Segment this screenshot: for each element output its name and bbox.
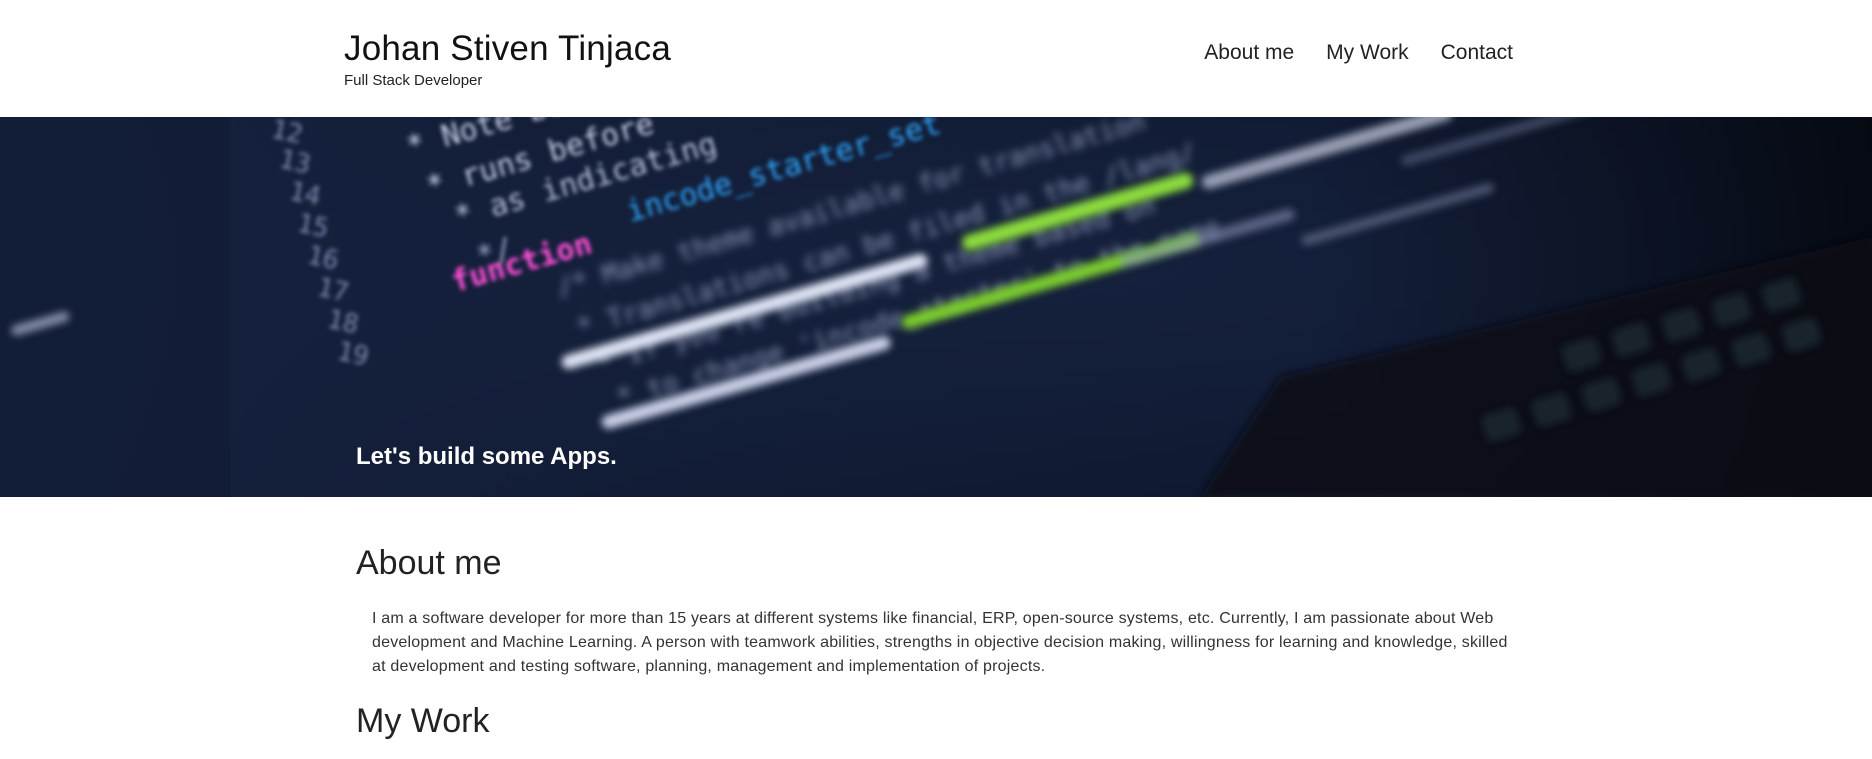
- site-owner-name: Johan Stiven Tinjaca: [344, 29, 671, 68]
- nav-link-about-me[interactable]: About me: [1204, 40, 1294, 66]
- svg-text:15: 15: [295, 209, 332, 245]
- site-owner-role: Full Stack Developer: [344, 72, 483, 89]
- svg-text:17: 17: [315, 273, 352, 309]
- hero-banner: 12 13 14 15 16 17 18 19 * Note befo * ru…: [0, 117, 1872, 497]
- svg-text:19: 19: [335, 337, 372, 373]
- svg-text:18: 18: [325, 305, 362, 341]
- svg-text:16: 16: [305, 241, 342, 277]
- site-header: Johan Stiven Tinjaca Full Stack Develope…: [0, 0, 1872, 117]
- nav-link-my-work[interactable]: My Work: [1326, 40, 1408, 66]
- my-work-section-title: My Work: [356, 702, 490, 740]
- brand: Johan Stiven Tinjaca Full Stack Develope…: [344, 28, 671, 90]
- svg-text:13: 13: [277, 145, 314, 181]
- about-section-title: About me: [356, 544, 502, 582]
- nav-link-contact[interactable]: Contact: [1441, 40, 1513, 66]
- svg-text:14: 14: [287, 177, 324, 213]
- hero-code-background-image: 12 13 14 15 16 17 18 19 * Note befo * ru…: [0, 117, 1872, 497]
- main-nav: About me My Work Contact: [1204, 40, 1513, 66]
- about-description: I am a software developer for more than …: [372, 610, 1508, 675]
- hero-tagline: Let's build some Apps.: [356, 443, 617, 470]
